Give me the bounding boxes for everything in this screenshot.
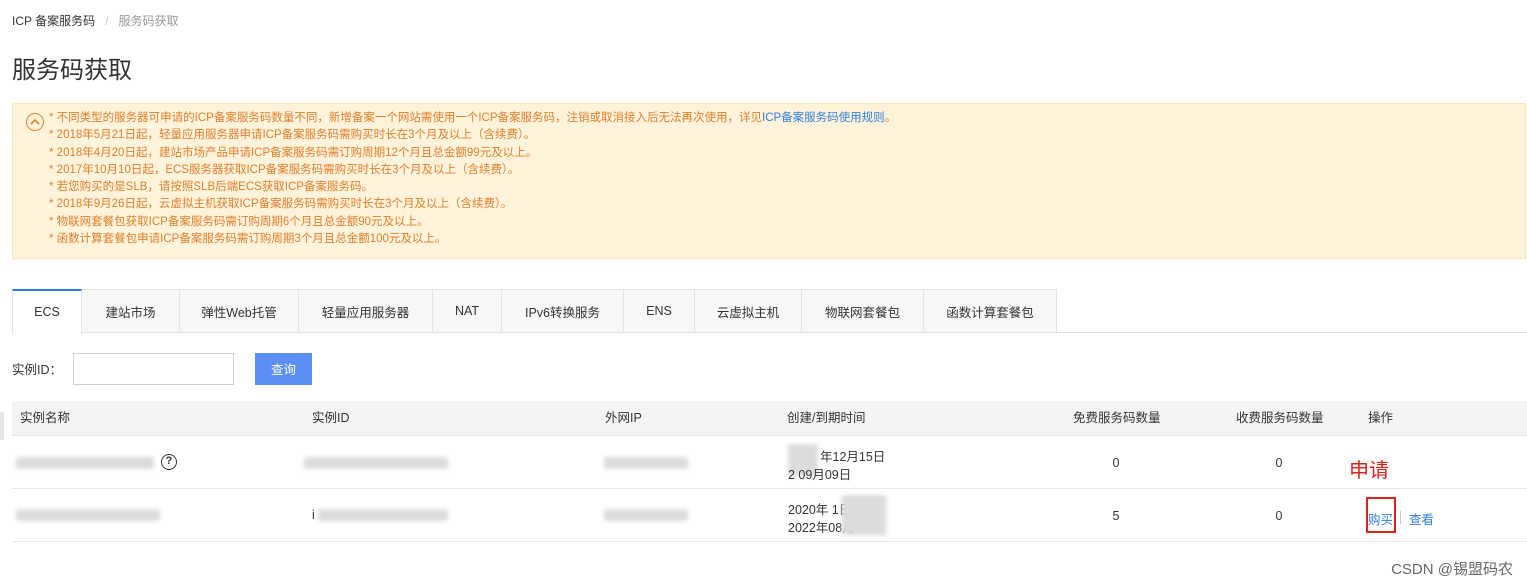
- notice-line: * 物联网套餐包获取ICP备案服务码需订购周期6个月且总金额90元及以上。: [49, 215, 429, 228]
- notice-line: * 若您购买的是SLB，请按照SLB后端ECS获取ICP备案服务码。: [49, 181, 373, 194]
- instance-id-prefix: i: [312, 508, 315, 522]
- redacted-date: [842, 495, 886, 535]
- notice-line: * 2017年10月10日起，ECS服务器获取ICP备案服务码需购买时长在3个月…: [49, 163, 520, 176]
- tab-web-hosting[interactable]: 弹性Web托管: [180, 289, 299, 333]
- instance-id-input[interactable]: [73, 352, 234, 385]
- paid-count: 0: [1275, 509, 1283, 523]
- tab-ecs[interactable]: ECS: [12, 289, 82, 334]
- header-public-ip: 外网IP: [605, 411, 642, 425]
- header-instance-name: 实例名称: [20, 411, 71, 425]
- annotation-box: [1366, 497, 1396, 533]
- tab-site-market[interactable]: 建站市场: [82, 289, 180, 333]
- breadcrumb-current: 服务码获取: [118, 14, 179, 28]
- header-time: 创建/到期时间: [787, 411, 866, 425]
- tab-ipv6[interactable]: IPv6转换服务: [502, 289, 624, 333]
- notice-line: * 2018年5月21日起，轻量应用服务器申请ICP备案服务码需购买时长在3个月…: [49, 129, 536, 142]
- notice-line: * 2018年4月20日起，建站市场产品申请ICP备案服务码需订购周期12个月且…: [49, 146, 538, 159]
- view-link[interactable]: 查看: [1409, 509, 1434, 528]
- header-instance-id: 实例ID: [312, 411, 350, 425]
- page-title: 服务码获取: [12, 57, 132, 84]
- header-free-count: 免费服务码数量: [1073, 411, 1161, 425]
- instance-table: 实例名称 实例ID 外网IP 创建/到期时间 免费服务码数量 收费服务码数量 操…: [12, 401, 1527, 542]
- help-icon[interactable]: ?: [161, 454, 177, 470]
- notice-line: * 不同类型的服务器可申请的ICP备案服务码数量不同，新增备案一个网站需使用一个…: [49, 112, 897, 124]
- breadcrumb-separator: /: [105, 13, 109, 28]
- paid-count: 0: [1275, 456, 1283, 470]
- table-row: i 2020年 1日 2022年08月 5 0 购买 查看: [12, 489, 1527, 542]
- tab-function-compute[interactable]: 函数计算套餐包: [924, 289, 1057, 333]
- tab-lightweight-server[interactable]: 轻量应用服务器: [299, 289, 433, 333]
- scroll-edge: [0, 412, 4, 440]
- rules-link[interactable]: ICP备案服务码使用规则: [762, 112, 885, 124]
- annotation-text: 申请: [1349, 460, 1389, 482]
- table-row: ? 年12月15日 2 09月09日 0 0: [12, 436, 1527, 489]
- query-button[interactable]: 查询: [255, 352, 312, 385]
- breadcrumb-root[interactable]: ICP 备案服务码: [12, 12, 95, 29]
- header-paid-count: 收费服务码数量: [1236, 411, 1324, 425]
- search-row: 实例ID： 查询: [12, 352, 312, 385]
- tab-iot-package[interactable]: 物联网套餐包: [802, 289, 924, 333]
- notice-line: * 函数计算套餐包申请ICP备案服务码需订购周期3个月且总金额100元及以上。: [49, 233, 447, 246]
- free-count: 0: [1112, 456, 1120, 470]
- watermark: CSDN @锡盟码农: [1391, 561, 1513, 578]
- instance-id-label: 实例ID：: [12, 363, 63, 377]
- tab-nat[interactable]: NAT: [433, 289, 502, 333]
- free-count: 5: [1112, 509, 1120, 523]
- tab-virtual-host[interactable]: 云虚拟主机: [695, 289, 802, 333]
- notice-line: * 2018年9月26日起，云虚拟主机获取ICP备案服务码需购买时长在3个月及以…: [49, 198, 513, 211]
- notice-list: * 不同类型的服务器可申请的ICP备案服务码数量不同，新增备案一个网站需使用一个…: [49, 110, 1525, 248]
- redacted-ip: [604, 509, 688, 521]
- redacted-ip: [604, 457, 688, 469]
- expire-time: 2 09月09日: [788, 468, 852, 482]
- redacted-id: [304, 457, 448, 469]
- table-header: 实例名称 实例ID 外网IP 创建/到期时间 免费服务码数量 收费服务码数量 操…: [12, 401, 1527, 436]
- tab-ens[interactable]: ENS: [624, 289, 695, 333]
- product-tabs: ECS 建站市场 弹性Web托管 轻量应用服务器 NAT IPv6转换服务 EN…: [12, 289, 1527, 334]
- action-separator: [1400, 511, 1401, 524]
- collapse-toggle-icon[interactable]: [26, 113, 44, 131]
- created-time: 年12月15日: [820, 450, 886, 464]
- redacted-name: [16, 509, 160, 521]
- redacted-name: [16, 457, 154, 469]
- redacted-id: [318, 509, 448, 521]
- breadcrumb: ICP 备案服务码 / 服务码获取: [12, 12, 178, 29]
- notice-banner: * 不同类型的服务器可申请的ICP备案服务码数量不同，新增备案一个网站需使用一个…: [12, 103, 1526, 259]
- header-actions: 操作: [1368, 411, 1394, 425]
